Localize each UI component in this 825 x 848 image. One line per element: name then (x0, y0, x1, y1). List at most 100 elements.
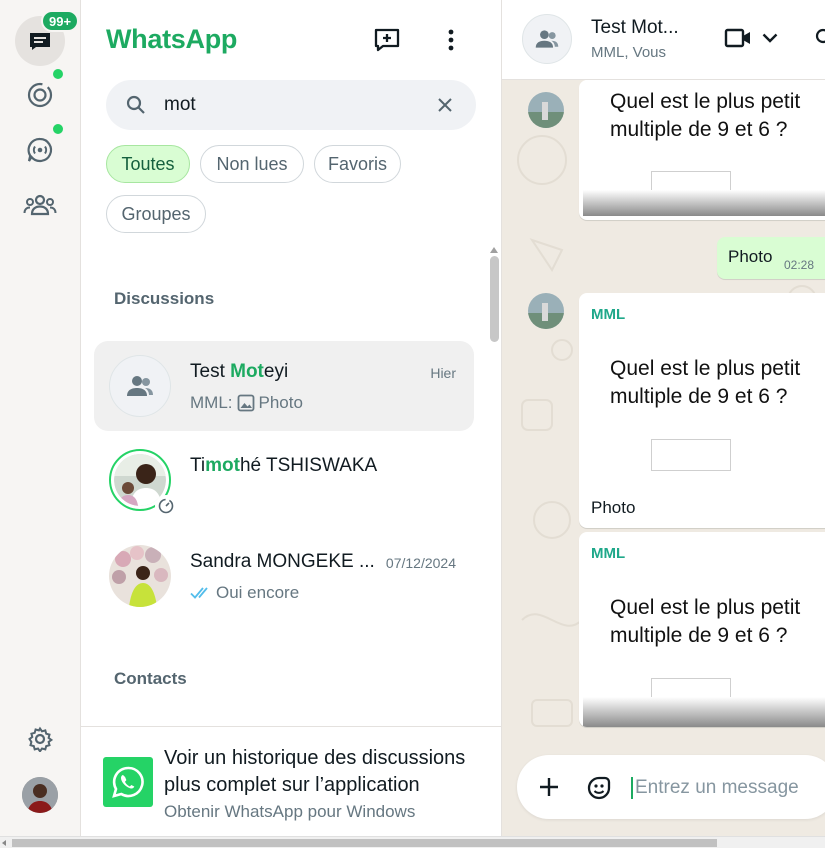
settings-nav-button[interactable] (15, 714, 65, 764)
chat-name: Sandra MONGEKE ... (190, 551, 375, 572)
chat-time: 07/12/2024 (385, 555, 456, 571)
unread-count-badge: 99+ (41, 10, 80, 32)
status-ring-icon (155, 495, 177, 517)
group-avatar (109, 355, 171, 417)
sender-avatar (528, 92, 564, 128)
chat-time: Hier (430, 365, 456, 381)
contacts-section-title: Contacts (114, 669, 187, 688)
chat-name-match: mot (205, 455, 240, 476)
preview-text: Oui encore (216, 583, 300, 602)
image-bottom-shade (583, 697, 825, 727)
chevron-down-icon (762, 33, 778, 43)
photo-icon (237, 394, 254, 412)
chat-list-scrollbar[interactable] (490, 256, 499, 342)
nav-rail: 99+ (0, 0, 81, 836)
conversation-members: MML, Vous (591, 44, 667, 61)
scroll-up-arrow-icon[interactable] (490, 247, 498, 253)
gear-icon (28, 726, 53, 752)
chat-preview: MML: Photo (190, 393, 303, 413)
chat-name-part: eyi (263, 361, 289, 382)
search-icon[interactable] (815, 28, 825, 48)
more-vertical-icon (448, 29, 454, 51)
message-composer[interactable]: Entrez un message (517, 755, 825, 819)
horizontal-scrollbar-thumb[interactable] (12, 839, 717, 847)
search-input[interactable]: mot (164, 94, 196, 116)
profile-avatar (22, 777, 58, 813)
conversation-panel: Test Mot... MML, Vous Quel est le plus p… (502, 0, 825, 836)
message-bubble[interactable]: Quel est le plus petit multiple de 9 et … (579, 80, 825, 220)
app-title: WhatsApp (106, 24, 238, 54)
chat-name-part: hé TSHISWAKA (239, 455, 378, 476)
banner-link[interactable]: Obtenir WhatsApp pour Windows (164, 802, 415, 822)
communities-icon (23, 194, 57, 216)
image-text-line: Quel est le plus petit (610, 357, 801, 380)
chat-name: Test Moteyi (190, 361, 288, 383)
message-image[interactable]: Quel est le plus petit multiple de 9 et … (583, 572, 825, 727)
horizontal-scrollbar[interactable] (0, 836, 825, 848)
filter-groups-chip[interactable]: Groupes (106, 195, 206, 233)
video-camera-icon (724, 28, 750, 48)
filter-favorites-chip[interactable]: Favoris (314, 145, 401, 183)
sender-avatar (528, 293, 564, 329)
status-new-dot (53, 69, 63, 79)
filter-unread-chip[interactable]: Non lues (200, 145, 304, 183)
filter-all-chip[interactable]: Toutes (106, 145, 190, 183)
status-icon (27, 82, 53, 108)
message-image[interactable]: Quel est le plus petit multiple de 9 et … (583, 333, 825, 483)
banner-title: Voir un historique des discussions plus … (164, 747, 466, 796)
chat-item-sandra[interactable]: Sandra MONGEKE ... 07/12/2024 Oui encore (94, 531, 474, 621)
image-text-line: multiple de 9 et 6 ? (610, 385, 788, 408)
attach-plus-icon[interactable] (538, 776, 560, 798)
preview-sender: MML: (190, 393, 233, 412)
chat-preview: Oui encore (190, 583, 299, 603)
chat-name: Timothé TSHISWAKA (190, 455, 377, 477)
group-icon (127, 376, 153, 396)
image-text-line: multiple de 9 et 6 ? (610, 624, 788, 647)
new-chat-icon (374, 28, 400, 52)
menu-button[interactable] (433, 22, 469, 58)
message-time: 02:28 (784, 258, 815, 272)
chats-icon (30, 33, 50, 50)
video-call-button[interactable] (724, 28, 778, 48)
chat-name-part: Test (190, 361, 231, 382)
chat-item-timothe[interactable]: Timothé TSHISWAKA (94, 435, 474, 525)
image-bottom-shade (583, 190, 825, 216)
chat-name-part: Ti (190, 455, 206, 476)
double-check-icon (190, 587, 208, 599)
message-bubble[interactable]: MML Quel est le plus petit multiple de 9… (579, 293, 825, 528)
chat-item-test-moteyi[interactable]: Test Moteyi Hier MML: Photo (94, 341, 474, 431)
search-icon (126, 95, 145, 114)
message-caption: Photo (591, 498, 636, 517)
preview-text: Photo (258, 393, 303, 412)
group-avatar (522, 14, 572, 64)
message-input[interactable]: Entrez un message (631, 777, 799, 799)
clear-search-icon[interactable] (437, 97, 453, 113)
scroll-left-arrow-icon[interactable] (2, 840, 6, 846)
whatsapp-logo-icon (103, 757, 153, 807)
contact-avatar (109, 545, 171, 607)
message-sender: MML (591, 306, 626, 323)
message-bubble[interactable]: MML Quel est le plus petit multiple de 9… (579, 532, 825, 727)
chat-list-panel: WhatsApp mot Toutes Non lues Favoris Gro… (81, 0, 502, 836)
search-box[interactable]: mot (106, 80, 476, 130)
message-image[interactable]: Quel est le plus petit multiple de 9 et … (583, 80, 825, 216)
channels-new-dot (53, 124, 63, 134)
chat-name-match: Mot (230, 361, 264, 382)
message-text: Photo (728, 247, 773, 266)
download-app-banner[interactable]: Voir un historique des discussions plus … (81, 726, 502, 836)
group-icon (535, 30, 559, 48)
new-chat-button[interactable] (369, 22, 405, 58)
image-text-line: Quel est le plus petit (610, 90, 801, 113)
sticker-emoji-icon[interactable] (585, 774, 613, 802)
conversation-header[interactable]: Test Mot... MML, Vous (502, 0, 825, 80)
message-sender: MML (591, 545, 626, 562)
profile-nav-button[interactable] (15, 770, 65, 820)
communities-nav-button[interactable] (15, 180, 65, 230)
discussions-section-title: Discussions (114, 289, 215, 308)
conversation-title: Test Mot... (591, 17, 679, 38)
outgoing-message[interactable]: Photo 02:28 (717, 237, 825, 279)
contact-avatar (109, 449, 177, 517)
channels-icon (27, 137, 53, 163)
image-text-line: Quel est le plus petit (610, 596, 801, 619)
image-text-line: multiple de 9 et 6 ? (610, 118, 788, 141)
